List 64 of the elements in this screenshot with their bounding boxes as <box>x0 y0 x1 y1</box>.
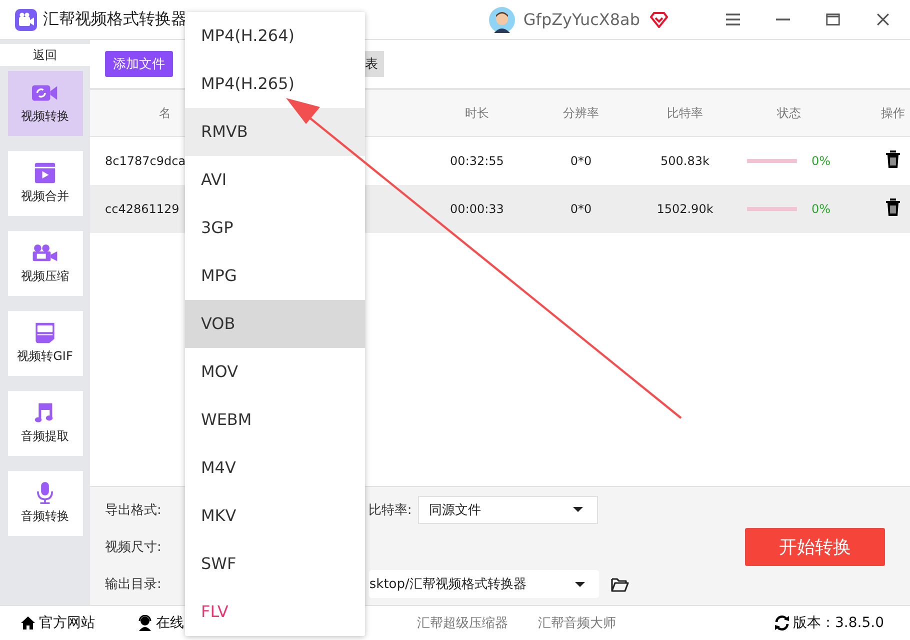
start-convert-button[interactable]: 开始转换 <box>745 528 885 566</box>
format-label: 导出格式: <box>105 502 162 519</box>
format-option[interactable]: AVI <box>185 156 365 204</box>
video-convert-icon <box>32 82 58 104</box>
format-option[interactable]: WEBM <box>185 396 365 444</box>
video-camera-icon <box>32 242 58 264</box>
format-option[interactable]: M4V <box>185 444 365 492</box>
output-dir-label: 输出目录: <box>105 576 162 594</box>
avatar-icon <box>489 6 516 32</box>
video-size-label: 视频尺寸: <box>105 538 162 556</box>
bitrate-dropdown[interactable]: 同源文件 <box>418 496 598 524</box>
sidebar-item[interactable]: 音频转换 <box>8 471 82 536</box>
maximize-icon[interactable] <box>826 13 840 26</box>
trash-icon[interactable] <box>885 198 901 217</box>
table-cell-text: 00:32:55 <box>449 154 505 168</box>
format-option[interactable]: MKV <box>185 492 365 540</box>
format-option[interactable]: VOB <box>185 300 365 348</box>
progress-percent: 0% <box>811 154 831 168</box>
column-header: 操作 <box>880 104 906 122</box>
version-text[interactable]: 版本：3.8.5.0 <box>774 614 884 632</box>
back-button[interactable]: 返回 <box>0 44 90 66</box>
menu-icon[interactable] <box>726 13 740 26</box>
table-cell-text: 500.83k <box>660 154 710 168</box>
trash-icon[interactable] <box>885 150 901 169</box>
sidebar-item[interactable]: 视频转GIF <box>8 311 82 376</box>
progress-percent: 0% <box>811 202 831 216</box>
refresh-icon <box>774 615 790 631</box>
sidebar-item[interactable]: 视频合并 <box>8 151 82 216</box>
add-file-button[interactable]: 添加文件 <box>105 51 173 77</box>
bitrate-label: 比特率: <box>368 502 412 519</box>
format-option[interactable]: SWF <box>185 540 365 588</box>
format-option[interactable]: 3GP <box>185 204 365 252</box>
format-option[interactable]: MOV <box>185 348 365 396</box>
output-dir-dropdown[interactable]: sktop/汇帮视频格式转换器 <box>369 570 600 598</box>
format-option[interactable]: FLV <box>185 588 365 636</box>
table-cell-text: 0*0 <box>569 154 593 168</box>
folder-icon[interactable] <box>611 576 630 592</box>
footer-link[interactable]: 汇帮音频大师 <box>538 614 616 632</box>
clapperboard-icon <box>32 162 58 184</box>
table-cell-text: 8c1787c9dca <box>105 154 187 168</box>
sidebar-item[interactable]: 音频提取 <box>8 391 82 456</box>
column-header: 状态 <box>776 104 802 122</box>
format-option[interactable]: RMVB <box>185 108 365 156</box>
column-header: 名 <box>158 104 171 122</box>
sidebar-item[interactable]: 视频转换 <box>8 71 82 136</box>
table-cell-text: 0*0 <box>569 202 593 216</box>
logo-icon <box>15 8 37 30</box>
home-icon <box>20 615 36 631</box>
vip-diamond-icon[interactable] <box>650 12 668 28</box>
username[interactable]: GfpZyYucX8ab <box>523 10 640 29</box>
footer-link[interactable]: 汇帮超级压缩器 <box>417 614 508 632</box>
table-cell-text: cc42861129 <box>105 202 180 216</box>
website-link[interactable]: 官方网站 <box>20 614 95 632</box>
table-cell-text: 00:00:33 <box>449 202 505 216</box>
column-header: 时长 <box>464 104 490 122</box>
sidebar-item[interactable]: 视频压缩 <box>8 231 82 296</box>
table-cell-text: 1502.90k <box>656 202 714 216</box>
headset-user-icon <box>137 615 153 631</box>
column-header: 比特率 <box>666 104 704 122</box>
column-header: 分辨率 <box>562 104 600 122</box>
window-title: 汇帮视频格式转换器 <box>43 9 187 30</box>
support-link[interactable]: 在线 <box>137 614 184 632</box>
close-icon[interactable] <box>876 13 890 26</box>
format-option[interactable]: MPG <box>185 252 365 300</box>
